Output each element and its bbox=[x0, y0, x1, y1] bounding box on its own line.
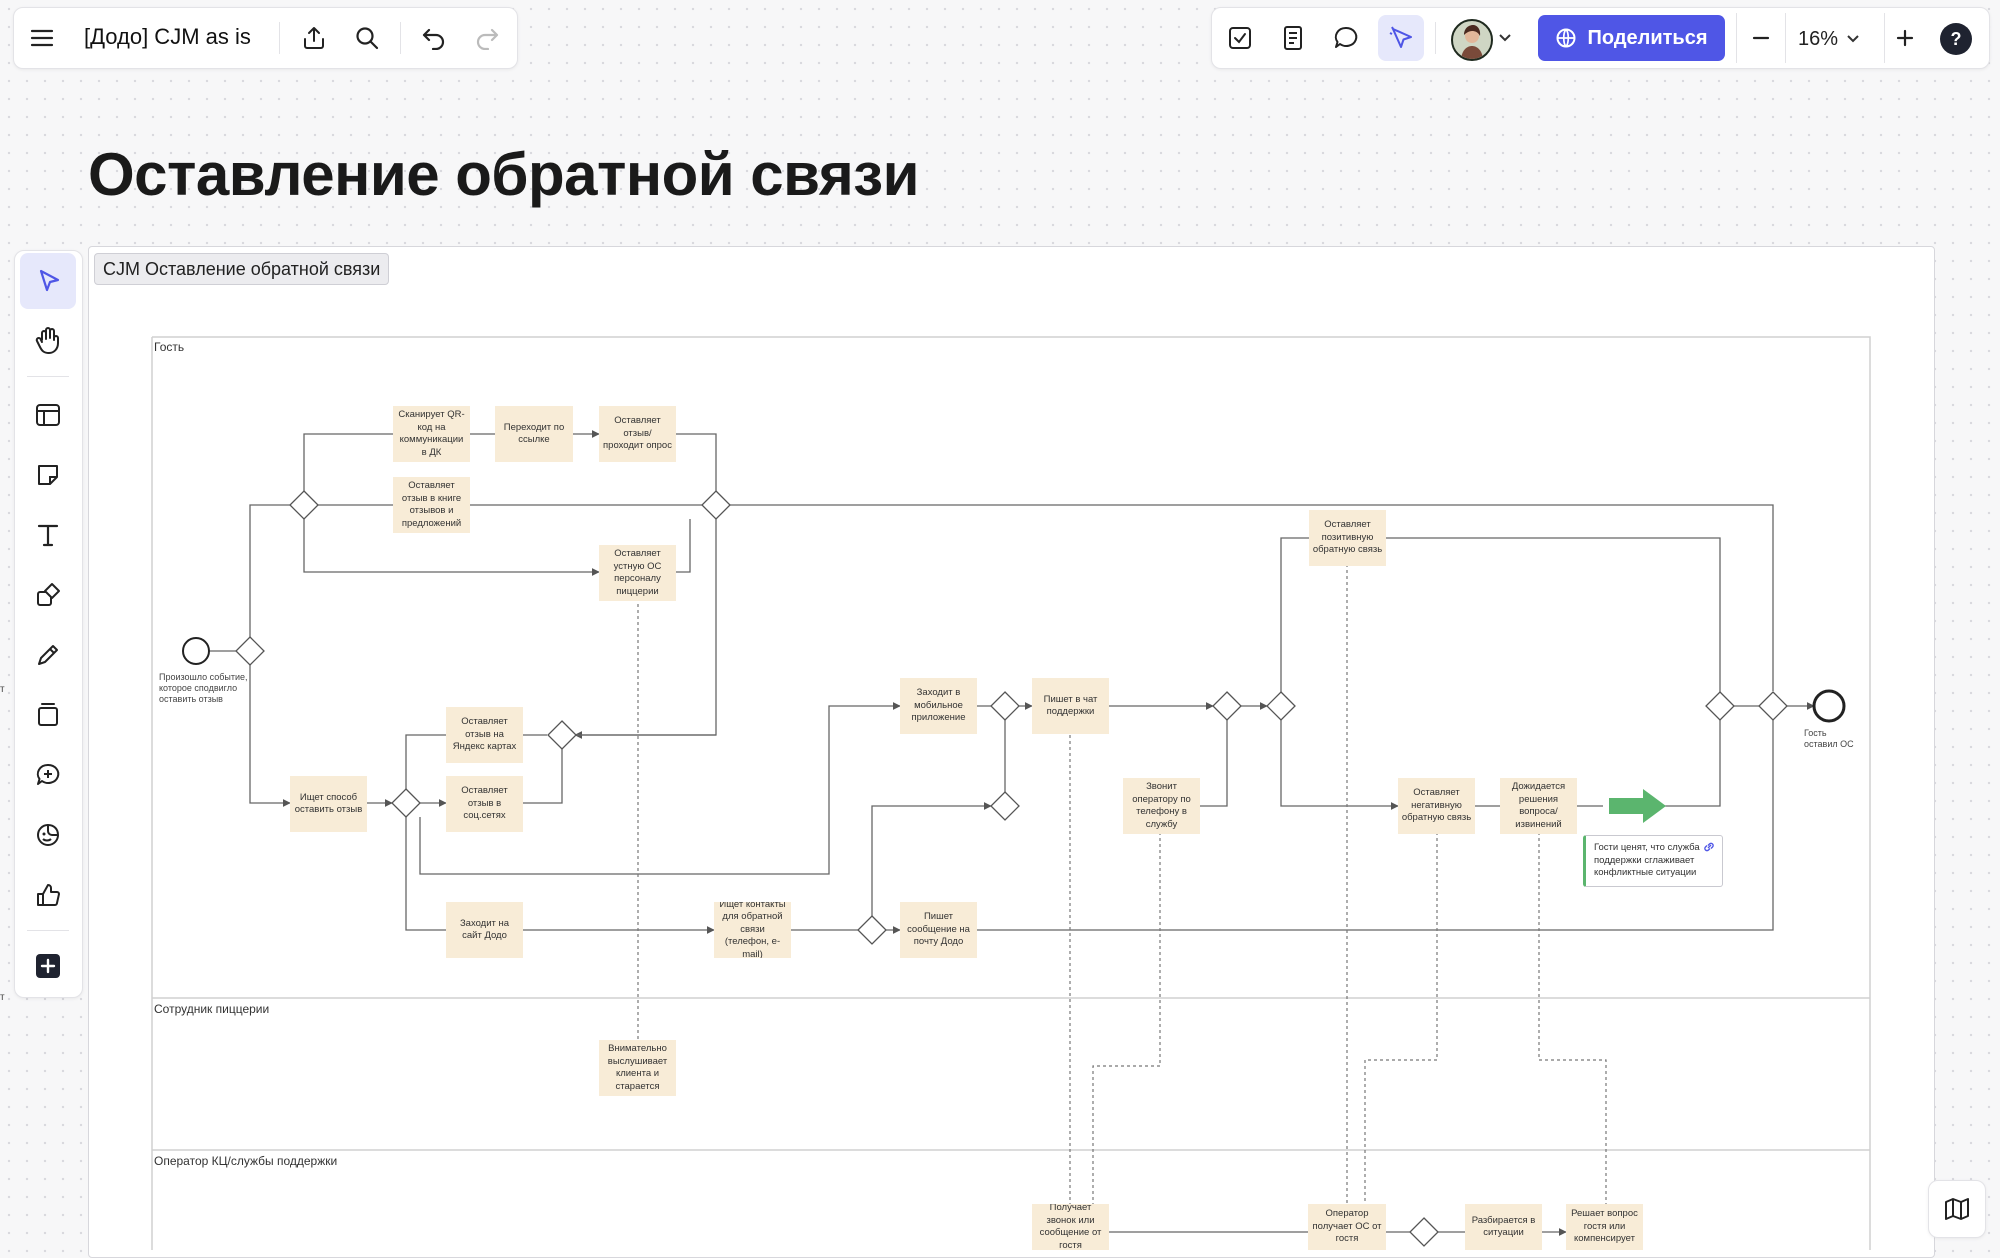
divider bbox=[1435, 22, 1436, 54]
process-node-social[interactable]: Оставляет отзыв в соц.сетях bbox=[446, 776, 523, 832]
zoom-out-icon[interactable] bbox=[1742, 19, 1780, 57]
process-node-op-investigate[interactable]: Разбирается в ситуации bbox=[1465, 1204, 1542, 1250]
undo-icon[interactable] bbox=[416, 20, 452, 56]
share-label: Поделиться bbox=[1587, 26, 1708, 49]
help-button[interactable]: ? bbox=[1940, 23, 1972, 55]
comment-note[interactable]: Гости ценят, что служба поддержки сглажи… bbox=[1583, 835, 1723, 887]
process-node-visit-site[interactable]: Заходит на сайт Додо bbox=[446, 902, 523, 958]
process-node-wait-resolution[interactable]: Дожидается решения вопроса/извинений bbox=[1500, 778, 1577, 834]
chevron-down-icon[interactable] bbox=[1494, 26, 1516, 50]
process-node-follow-link[interactable]: Переходит по ссылке bbox=[495, 406, 573, 462]
globe-icon bbox=[1556, 28, 1576, 48]
start-event-label: Произошло событие, которое сподвигло ост… bbox=[159, 672, 248, 704]
process-node-review-book[interactable]: Оставляет отзыв в книге отзывов и предло… bbox=[393, 477, 470, 533]
share-button[interactable]: Поделиться bbox=[1538, 15, 1725, 61]
process-node-yandex-maps[interactable]: Оставляет отзыв на Яндекс картах bbox=[446, 707, 523, 763]
process-node-mobile-app[interactable]: Заходит в мобильное приложение bbox=[900, 678, 977, 734]
comments-icon[interactable] bbox=[1327, 19, 1365, 57]
avatar[interactable] bbox=[1451, 19, 1493, 61]
process-node-staff-listen[interactable]: Внимательно выслушивает клиента и старае… bbox=[599, 1040, 676, 1096]
search-icon[interactable] bbox=[349, 20, 385, 56]
reaction-tool-icon[interactable] bbox=[20, 867, 76, 923]
sticky-note-tool-icon[interactable] bbox=[20, 447, 76, 503]
zoom-level: 16% bbox=[1798, 27, 1839, 50]
end-event-label: Гость оставил ОС bbox=[1804, 728, 1854, 749]
offscreen-text-fragment: т bbox=[0, 684, 5, 695]
divider bbox=[27, 376, 69, 377]
more-tools-icon[interactable] bbox=[20, 938, 76, 994]
shapes-tool-icon[interactable] bbox=[20, 567, 76, 623]
board-name[interactable]: [Додо] CJM as is bbox=[84, 22, 251, 52]
redo-icon[interactable] bbox=[469, 20, 505, 56]
divider bbox=[1785, 13, 1786, 63]
template-tool-icon[interactable] bbox=[20, 387, 76, 443]
swimlane-label-staff: Сотрудник пиццерии bbox=[154, 1002, 270, 1016]
divider bbox=[400, 22, 401, 54]
export-icon[interactable] bbox=[296, 20, 332, 56]
select-tool-icon[interactable] bbox=[20, 253, 76, 309]
minimap-button[interactable] bbox=[1928, 1180, 1986, 1238]
cursor-mode-icon[interactable] bbox=[1378, 15, 1424, 61]
divider bbox=[1884, 13, 1885, 63]
hand-tool-icon[interactable] bbox=[20, 312, 76, 368]
pen-tool-icon[interactable] bbox=[20, 627, 76, 683]
map-icon bbox=[1945, 1198, 1969, 1220]
divider bbox=[1736, 13, 1737, 63]
process-node-positive-feedback[interactable]: Оставляет позитивную обратную связь bbox=[1309, 510, 1386, 566]
process-node-negative-feedback[interactable]: Оставляет негативную обратную связь bbox=[1398, 778, 1475, 834]
board-title: Оставление обратной связи bbox=[88, 141, 920, 208]
process-node-leave-review-poll[interactable]: Оставляет отзыв/ проходит опрос bbox=[599, 406, 676, 462]
menu-icon[interactable] bbox=[24, 20, 60, 56]
divider bbox=[279, 22, 280, 54]
text-tool-icon[interactable] bbox=[20, 507, 76, 563]
checklist-icon[interactable] bbox=[1221, 19, 1259, 57]
process-node-find-contacts[interactable]: Ищет контакты для обратной связи (телефо… bbox=[714, 902, 791, 958]
process-node-op-resolve[interactable]: Решает вопрос гостя или компенсирует bbox=[1566, 1204, 1643, 1250]
comment-add-tool-icon[interactable] bbox=[20, 747, 76, 803]
process-node-op-receive-call[interactable]: Получает звонок или сообщение от гостя bbox=[1032, 1204, 1109, 1250]
process-node-oral-feedback[interactable]: Оставляет устную ОС персоналу пиццерии bbox=[599, 545, 676, 601]
top-left-panel: [Додо] CJM as is bbox=[13, 7, 518, 69]
comment-note-text: Гости ценят, что служба поддержки сглажи… bbox=[1594, 842, 1700, 878]
process-node-find-way[interactable]: Ищет способ оставить отзыв bbox=[290, 776, 367, 832]
divider bbox=[27, 930, 69, 931]
process-node-call-operator[interactable]: Звонит оператору по телефону в службу bbox=[1123, 778, 1200, 834]
chevron-down-icon bbox=[1847, 35, 1859, 43]
process-node-op-receive-feedback[interactable]: Оператор получает ОС от гостя bbox=[1308, 1204, 1386, 1250]
link-icon bbox=[1704, 842, 1714, 852]
zoom-in-icon[interactable] bbox=[1886, 19, 1924, 57]
offscreen-text-fragment: т bbox=[0, 992, 5, 1003]
process-node-scan-qr[interactable]: Сканирует QR-код на коммуникации в ДК bbox=[393, 406, 470, 462]
zoom-selector[interactable]: 16% bbox=[1798, 24, 1860, 54]
diagram-frame bbox=[88, 246, 1935, 1258]
process-node-email-message[interactable]: Пишет сообщение на почту Додо bbox=[900, 902, 977, 958]
process-node-chat-support[interactable]: Пишет в чат поддержки bbox=[1032, 678, 1109, 734]
notes-icon[interactable] bbox=[1274, 19, 1312, 57]
swimlane-label-guest: Гость bbox=[154, 340, 185, 354]
swimlane-label-operator: Оператор КЦ/службы поддержки bbox=[154, 1154, 338, 1168]
emoji-tool-icon[interactable] bbox=[20, 807, 76, 863]
frame-tool-icon[interactable] bbox=[20, 687, 76, 743]
frame-label[interactable]: CJM Оставление обратной связи bbox=[94, 253, 390, 285]
help-icon: ? bbox=[1950, 28, 1962, 49]
